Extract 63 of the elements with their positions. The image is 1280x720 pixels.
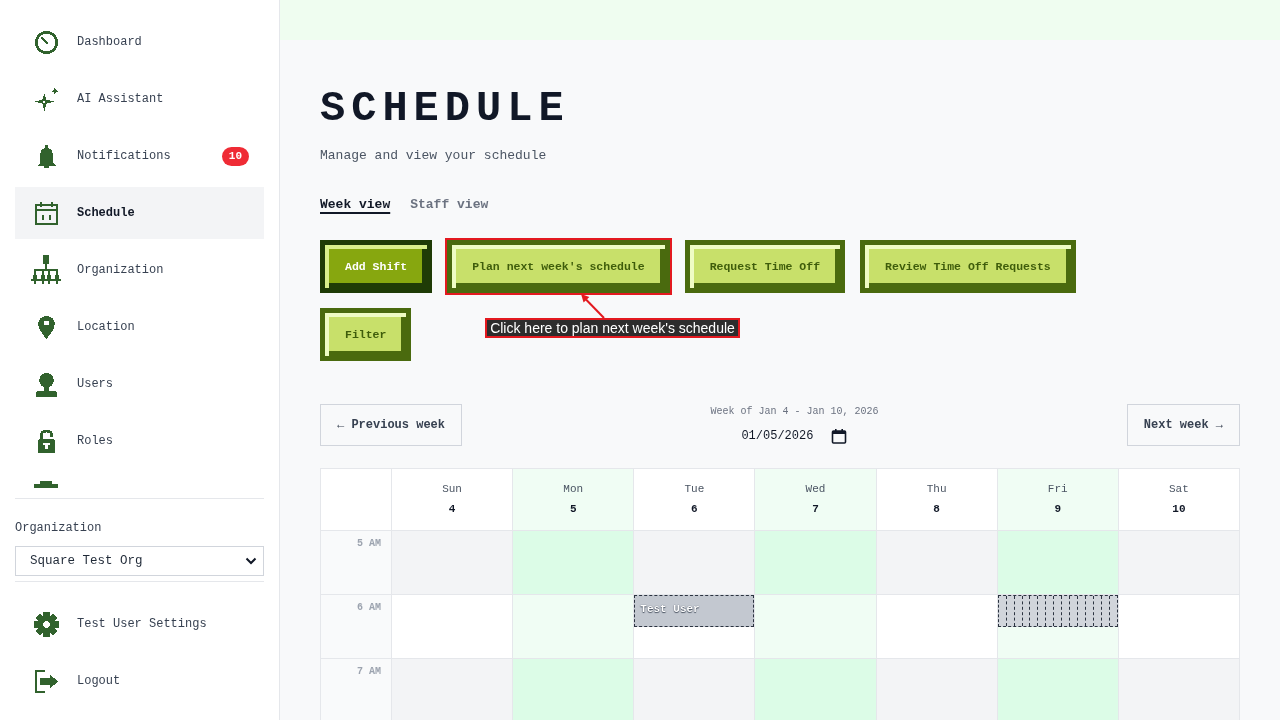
user-icon	[33, 371, 59, 397]
organization-label: Organization	[15, 520, 103, 536]
nav-label: Logout	[77, 673, 121, 690]
day-date: 10	[1172, 502, 1186, 516]
cut-off-icon	[34, 481, 58, 488]
hierarchy-icon	[30, 254, 62, 286]
day-name: Sat	[1169, 482, 1189, 496]
previous-week-button[interactable]: ← Previous week	[320, 404, 463, 446]
calendar-icon	[831, 428, 848, 444]
nav-label: Test User Settings	[77, 616, 207, 633]
nav-item[interactable]: Location	[15, 301, 264, 353]
day-name: Tue	[684, 482, 705, 496]
day-date: 5	[569, 502, 577, 516]
organization-select[interactable]: Square Test Org	[15, 546, 264, 576]
nav-label: Roles	[77, 433, 113, 450]
nav-item[interactable]: Dashboard	[15, 16, 264, 68]
page-title: SCHEDULE	[320, 88, 571, 130]
sparkle-icon	[33, 86, 59, 112]
stacked-shifts[interactable]	[997, 595, 1118, 627]
nav-label: Location	[77, 319, 135, 336]
day-date: 6	[691, 502, 698, 516]
nav-item[interactable]: Organization	[15, 244, 264, 296]
action-button[interactable]: Review Time Off Requests	[860, 240, 1076, 293]
day-date: 9	[1054, 502, 1062, 516]
nav-item[interactable]: Schedule	[15, 187, 264, 239]
day-name: Fri	[1047, 482, 1068, 496]
view-tab[interactable]: Week view	[320, 195, 391, 215]
next-week-button[interactable]: Next week →	[1126, 404, 1240, 446]
date-field[interactable]: 01/05/2026	[741, 428, 848, 444]
day-date: 7	[812, 502, 819, 516]
view-tab[interactable]: Staff view	[410, 195, 489, 215]
day-date: 8	[933, 502, 940, 516]
time-label: 5 AM	[357, 537, 381, 551]
day-name: Thu	[926, 482, 947, 496]
nav-label: Organization	[77, 262, 164, 279]
clock-icon	[33, 29, 59, 55]
time-label: 6 AM	[357, 601, 381, 615]
chevron-down-icon	[245, 557, 257, 565]
notification-badge: 10	[221, 146, 249, 166]
tooltip: Click here to plan next week's schedule	[485, 318, 740, 338]
calendar-icon	[33, 200, 59, 226]
day-name: Mon	[563, 482, 584, 496]
week-range: Week of Jan 4 - Jan 10, 2026	[710, 405, 879, 419]
page-subtitle: Manage and view your schedule	[320, 147, 548, 165]
action-button[interactable]: Request Time Off	[684, 240, 846, 293]
time-label: 7 AM	[357, 665, 381, 679]
nav-item[interactable]: Roles	[15, 415, 264, 467]
day-date: 4	[448, 502, 456, 516]
nav-label: Schedule	[77, 205, 135, 222]
action-button[interactable]: Plan next week's schedule	[447, 240, 670, 293]
logout-icon	[33, 668, 59, 694]
nav-item[interactable]: Users	[15, 358, 264, 410]
nav-item[interactable]: Logout	[15, 655, 264, 707]
nav-item[interactable]: Notifications 10	[15, 130, 264, 182]
nav-label: Dashboard	[77, 34, 142, 51]
action-button[interactable]: Filter	[320, 308, 412, 361]
nav-label: AI Assistant	[77, 91, 164, 108]
nav-item[interactable]: AI Assistant	[15, 73, 264, 125]
nav-item[interactable]: Test User Settings	[15, 598, 264, 650]
nav-label: Users	[77, 376, 113, 393]
day-name: Wed	[805, 482, 826, 496]
nav-label: Notifications	[77, 148, 171, 165]
day-name: Sun	[442, 482, 462, 496]
